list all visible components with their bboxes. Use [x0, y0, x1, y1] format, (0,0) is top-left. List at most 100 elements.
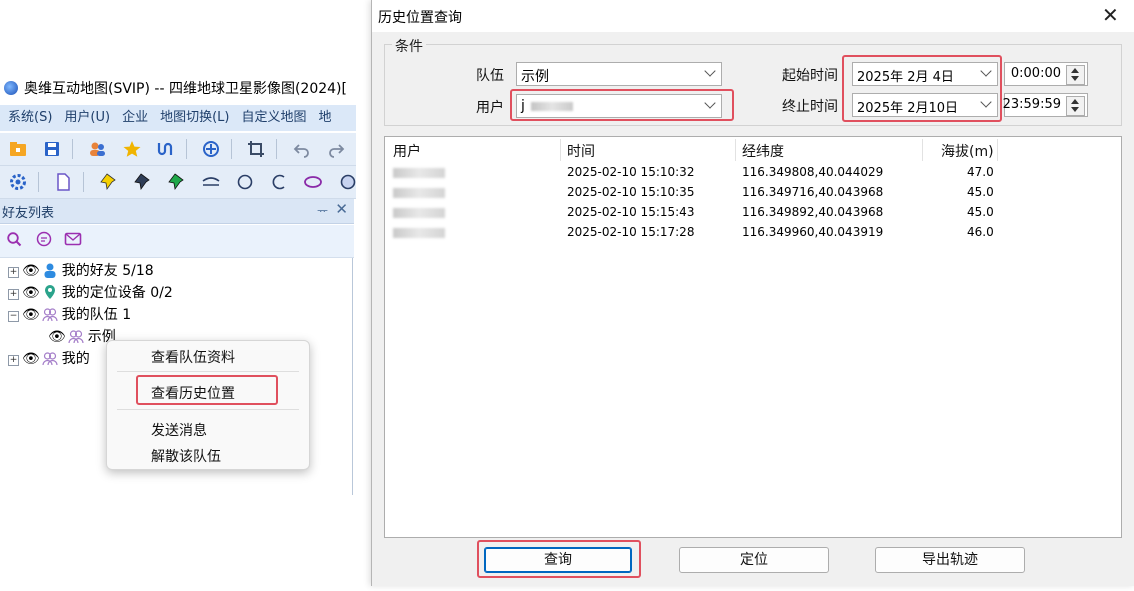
start-time-spinner[interactable]: 0:00:00 [1004, 62, 1088, 86]
tree-node-devices[interactable]: + 👁 我的定位设备 0/2 [8, 282, 173, 304]
tree-node-label: 我的队伍 1 [61, 307, 132, 323]
ellipse-icon[interactable] [303, 172, 323, 192]
tree-node-other[interactable]: + 👁 我的 [8, 348, 90, 370]
menu-more[interactable]: 地 [311, 105, 336, 131]
toolbar-separator [276, 139, 278, 159]
blue-pin-icon[interactable] [133, 172, 153, 192]
table-row[interactable]: 2025-02-10 15:10:32 116.349808,40.044029… [385, 163, 1121, 183]
start-time-label: 起始时间 [782, 68, 838, 84]
column-header-altitude[interactable]: 海拔(m) [941, 141, 994, 161]
cell-altitude: 45.0 [967, 185, 994, 199]
user-label: 用户 [476, 100, 504, 116]
table-row[interactable]: 2025-02-10 15:10:35 116.349716,40.043968… [385, 183, 1121, 203]
column-divider[interactable] [922, 139, 923, 161]
eye-icon[interactable]: 👁 [22, 348, 40, 370]
cell-altitude: 47.0 [967, 165, 994, 179]
end-time-spinner[interactable]: 23:59:59 [1003, 93, 1088, 117]
eye-icon[interactable]: 👁 [22, 304, 40, 326]
menu-custom-map[interactable]: 自定义地图 [233, 105, 310, 131]
menu-system[interactable]: 系统(S) [0, 105, 56, 131]
crop-icon[interactable] [246, 139, 266, 159]
location-pin-icon [44, 285, 55, 299]
app-title-bar: 奥维互动地图(SVIP) -- 四维地球卫星影像图(2024)[ [0, 75, 356, 103]
team-context-menu: 查看队伍资料 查看历史位置 发送消息 解散该队伍 [106, 340, 310, 470]
chat-icon[interactable] [36, 231, 52, 251]
spin-updown-icon[interactable] [1066, 96, 1085, 116]
toolbar-draw [0, 166, 356, 199]
close-icon[interactable]: ✕ [335, 200, 348, 218]
team-icon [42, 308, 58, 322]
collapse-icon[interactable]: − [8, 311, 19, 322]
menu-map-switch[interactable]: 地图切换(L) [152, 105, 233, 131]
toolbar-separator [38, 172, 40, 192]
arc-icon[interactable] [269, 172, 289, 192]
expand-icon[interactable]: + [8, 355, 19, 366]
settings-icon[interactable] [8, 172, 28, 192]
contacts-icon[interactable] [87, 139, 107, 159]
table-row[interactable]: 2025-02-10 15:17:28 116.349960,40.043919… [385, 223, 1121, 243]
spin-updown-icon[interactable] [1066, 65, 1085, 85]
menu-item-send-message[interactable]: 发送消息 [151, 420, 207, 440]
open-folder-icon[interactable] [8, 139, 28, 159]
column-header-latlng[interactable]: 经纬度 [742, 141, 784, 161]
menu-user[interactable]: 用户(U) [56, 105, 114, 131]
filled-circle-icon[interactable] [338, 172, 356, 192]
curve-icon[interactable] [201, 172, 221, 192]
team-select[interactable]: 示例 [516, 62, 722, 86]
green-pin-icon[interactable] [167, 172, 187, 192]
locate-button[interactable]: 定位 [679, 547, 829, 573]
menu-enterprise[interactable]: 企业 [114, 105, 152, 131]
redacted-user [393, 188, 445, 198]
person-icon [44, 263, 56, 278]
redacted-user [393, 208, 445, 218]
star-icon[interactable] [122, 139, 142, 159]
pin-icon[interactable]: ᅲ [317, 202, 328, 219]
column-divider[interactable] [735, 139, 736, 161]
route-icon[interactable] [156, 139, 176, 159]
column-divider[interactable] [997, 139, 998, 161]
eye-icon[interactable]: 👁 [48, 326, 66, 348]
yellow-pin-icon[interactable] [99, 172, 119, 192]
table-row[interactable]: 2025-02-10 15:15:43 116.349892,40.043968… [385, 203, 1121, 223]
menu-item-disband-team[interactable]: 解散该队伍 [151, 446, 221, 466]
expand-icon[interactable]: + [8, 289, 19, 300]
tree-node-teams[interactable]: − 👁 我的队伍 1 [8, 304, 131, 326]
start-time-value: 0:00:00 [1010, 66, 1061, 81]
eye-icon[interactable]: 👁 [22, 282, 40, 304]
annotation-highlight [477, 540, 641, 578]
export-track-button[interactable]: 导出轨迹 [875, 547, 1025, 573]
column-divider[interactable] [560, 139, 561, 161]
end-time-label: 终止时间 [782, 99, 838, 115]
toolbar-main [0, 133, 356, 166]
close-icon[interactable]: ✕ [1102, 3, 1119, 27]
tree-node-friends[interactable]: + 👁 我的好友 5/18 [8, 260, 154, 282]
history-results-table[interactable]: 用户 时间 经纬度 海拔(m) 2025-02-10 15:10:32 116.… [384, 136, 1122, 538]
friends-panel-title: 好友列表 [2, 206, 55, 221]
menu-item-view-team-info[interactable]: 查看队伍资料 [151, 347, 235, 367]
column-header-time[interactable]: 时间 [567, 141, 595, 161]
layers-icon[interactable] [201, 139, 221, 159]
redo-icon[interactable] [326, 139, 346, 159]
tree-node-label: 我的 [61, 351, 90, 367]
redacted-user [393, 228, 445, 238]
tree-node-label: 我的定位设备 0/2 [61, 285, 173, 301]
eye-icon[interactable]: 👁 [22, 260, 40, 282]
save-icon[interactable] [42, 139, 62, 159]
team-icon [42, 352, 58, 366]
cell-latlng: 116.349716,40.043968 [742, 185, 884, 199]
undo-icon[interactable] [292, 139, 312, 159]
friends-panel-toolbar [0, 225, 354, 258]
cell-time: 2025-02-10 15:10:35 [567, 185, 695, 199]
conditions-group-title: 条件 [392, 36, 426, 56]
cell-latlng: 116.349808,40.044029 [742, 165, 884, 179]
friends-panel-header: 好友列表 ᅲ ✕ [0, 199, 354, 224]
toolbar-separator [83, 172, 85, 192]
document-icon[interactable] [53, 172, 73, 192]
mail-icon[interactable] [64, 231, 82, 251]
cell-time: 2025-02-10 15:15:43 [567, 205, 695, 219]
circle-icon[interactable] [235, 172, 255, 192]
search-icon[interactable] [6, 231, 22, 251]
expand-icon[interactable]: + [8, 267, 19, 278]
column-header-user[interactable]: 用户 [393, 141, 421, 161]
history-location-dialog: 历史位置查询 ✕ 条件 队伍 示例 用户 j 起始时间 2025年 2月 4日 … [371, 0, 1134, 586]
